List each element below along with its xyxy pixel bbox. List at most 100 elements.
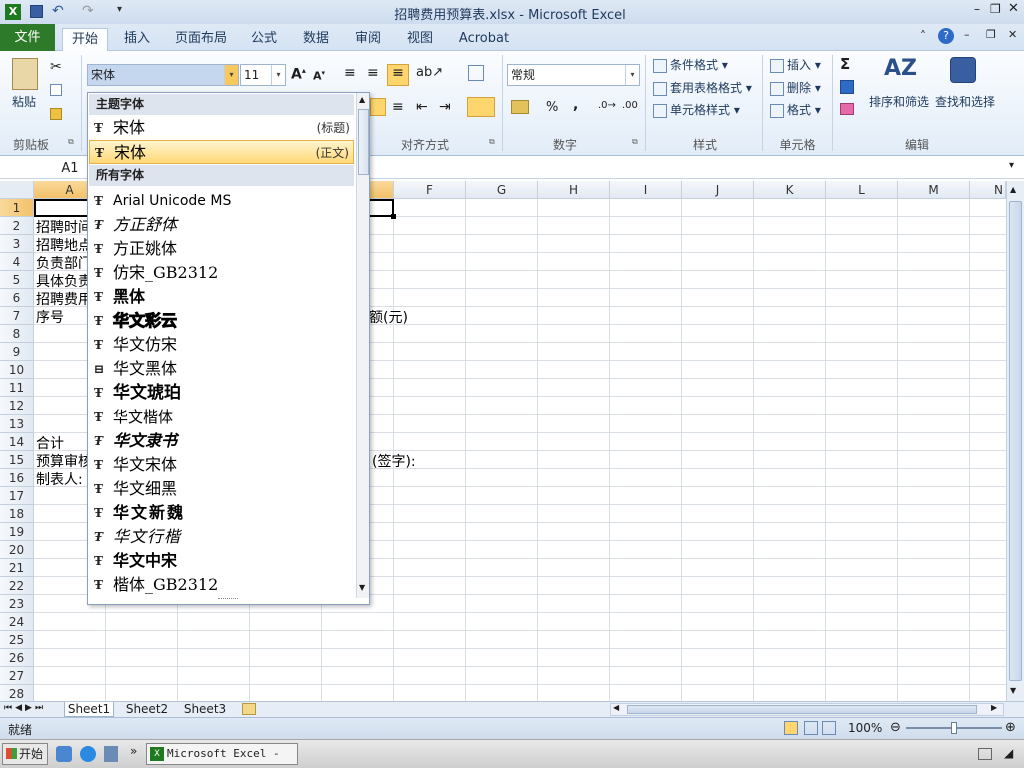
vertical-scrollbar[interactable]: ▲ ▼	[1006, 181, 1024, 701]
row-header[interactable]: 11	[0, 379, 34, 397]
conditional-formatting-button[interactable]: 条件格式 ▾	[653, 56, 728, 73]
font-option[interactable]: Ŧ Arial Unicode MS	[89, 189, 354, 213]
taskbar-excel-item[interactable]: X Microsoft Excel - ...	[146, 743, 298, 768]
number-launcher-icon[interactable]: ⧉	[632, 137, 638, 147]
delete-cells-button[interactable]: 删除 ▾	[770, 79, 821, 96]
cell-A2[interactable]: 招聘时间	[36, 217, 92, 237]
zoom-slider-thumb[interactable]	[951, 722, 957, 734]
row-header[interactable]: 20	[0, 541, 34, 559]
align-top-icon[interactable]: ≡	[344, 65, 356, 81]
customize-qat-icon[interactable]: ▾	[117, 4, 122, 15]
font-option[interactable]: Ŧ 华文隶书	[89, 429, 354, 453]
font-list-scrollbar[interactable]: ▲ ▼	[356, 93, 369, 598]
zoom-out-icon[interactable]: ⊖	[890, 720, 901, 735]
row-header[interactable]: 25	[0, 631, 34, 649]
tab-home[interactable]: 开始	[62, 28, 108, 52]
help-icon[interactable]: ?	[938, 28, 954, 44]
column-header[interactable]: J	[682, 181, 754, 199]
font-size-dropdown-icon[interactable]: ▾	[271, 65, 285, 85]
formula-input[interactable]	[376, 160, 1006, 177]
minimize-button[interactable]: –	[974, 2, 980, 16]
font-option[interactable]: Ŧ 华文细黑	[89, 477, 354, 501]
quicklaunch-icon-3[interactable]	[104, 746, 118, 762]
scroll-up-icon[interactable]: ▲	[1010, 185, 1016, 194]
font-list-scroll-down-icon[interactable]: ▼	[359, 583, 365, 592]
row-header[interactable]: 5	[0, 271, 34, 289]
page-break-view-icon[interactable]	[822, 721, 836, 735]
row-header[interactable]: 28	[0, 685, 34, 701]
undo-icon[interactable]: ↶	[52, 3, 64, 19]
font-option[interactable]: Ŧ 华文新魏	[89, 501, 354, 525]
paste-icon[interactable]	[12, 58, 38, 90]
quicklaunch-icon-1[interactable]	[56, 746, 72, 762]
decrease-decimal-icon[interactable]: .00	[622, 100, 638, 111]
autosum-button[interactable]: Σ	[840, 55, 850, 73]
font-option[interactable]: Ŧ 仿宋_GB2312	[89, 261, 354, 285]
row-header[interactable]: 14	[0, 433, 34, 451]
font-option[interactable]: Ŧ 华文仿宋	[89, 333, 354, 357]
align-bottom-icon[interactable]: ≡	[387, 64, 409, 86]
tab-acrobat[interactable]: Acrobat	[453, 28, 515, 51]
cell-A15[interactable]: 预算审核	[36, 451, 92, 471]
cell-A5[interactable]: 具体负责	[36, 271, 92, 291]
row-header[interactable]: 3	[0, 235, 34, 253]
align-justify-icon[interactable]: ≡	[392, 99, 404, 115]
ie-icon[interactable]	[80, 746, 96, 762]
format-as-table-button[interactable]: 套用表格格式 ▾	[653, 79, 752, 96]
copy-icon[interactable]	[50, 84, 62, 96]
column-header[interactable]: N	[970, 181, 1006, 199]
font-size-combo[interactable]: 11 ▾	[240, 64, 286, 86]
sheet-tab-3[interactable]: Sheet3	[180, 702, 230, 717]
increase-indent-icon[interactable]: ⇥	[439, 99, 451, 115]
column-header[interactable]: G	[466, 181, 538, 199]
font-option-theme-heading[interactable]: Ŧ 宋体 (标题)	[89, 116, 354, 140]
align-middle-icon[interactable]: ≡	[367, 65, 379, 81]
zoom-in-icon[interactable]: ⊕	[1005, 720, 1016, 735]
zoom-level[interactable]: 100%	[848, 721, 882, 735]
tab-formulas[interactable]: 公式	[243, 28, 285, 51]
font-option[interactable]: Ŧ 华文琥珀	[89, 381, 354, 405]
tab-data[interactable]: 数据	[295, 28, 337, 51]
font-option-theme-body[interactable]: Ŧ 宋体 (正文)	[89, 140, 354, 164]
sheet-tab-1[interactable]: Sheet1	[64, 702, 114, 717]
ribbon-collapse-icon[interactable]: ˄	[920, 29, 926, 43]
row-header[interactable]: 26	[0, 649, 34, 667]
row-header[interactable]: 1	[0, 199, 34, 217]
row-header[interactable]: 12	[0, 397, 34, 415]
cell-A6[interactable]: 招聘费用	[36, 289, 92, 309]
row-header[interactable]: 7	[0, 307, 34, 325]
row-header[interactable]: 15	[0, 451, 34, 469]
save-icon[interactable]	[30, 5, 43, 18]
row-header[interactable]: 10	[0, 361, 34, 379]
cell-styles-button[interactable]: 单元格样式 ▾	[653, 101, 740, 118]
start-button[interactable]: 开始	[2, 743, 48, 765]
scroll-thumb[interactable]	[1009, 201, 1022, 681]
h-scroll-thumb[interactable]	[627, 705, 977, 714]
new-sheet-icon[interactable]	[242, 703, 256, 715]
font-option[interactable]: Ŧ 黑体	[89, 285, 354, 309]
font-option[interactable]: Ŧ 华文彩云	[89, 309, 354, 333]
fill-handle[interactable]	[391, 214, 396, 219]
cell-A3[interactable]: 招聘地点	[36, 235, 92, 255]
decrease-indent-icon[interactable]: ⇤	[416, 99, 428, 115]
quicklaunch-more-icon[interactable]: »	[130, 744, 137, 758]
cut-icon[interactable]: ✂	[50, 59, 62, 75]
cell-A4[interactable]: 负责部门	[36, 253, 92, 273]
restore-button[interactable]: ❐	[990, 2, 1001, 16]
number-format-combo[interactable]: 常规 ▾	[507, 64, 640, 86]
sort-filter-button[interactable]: 排序和筛选	[869, 93, 929, 110]
font-option[interactable]: Ŧ 华文中宋	[89, 549, 354, 573]
shrink-font-icon[interactable]: A▾	[313, 69, 325, 83]
font-option[interactable]: Ŧ 方正舒体	[89, 213, 354, 237]
font-list-scroll-thumb[interactable]	[358, 109, 369, 175]
fill-icon[interactable]	[840, 80, 854, 94]
find-select-icon[interactable]	[950, 57, 976, 83]
cell-A14[interactable]: 合计	[36, 433, 64, 453]
find-select-button[interactable]: 查找和选择	[935, 93, 995, 110]
number-format-dropdown-icon[interactable]: ▾	[625, 65, 639, 85]
percent-button[interactable]: %	[546, 100, 558, 115]
row-header[interactable]: 17	[0, 487, 34, 505]
row-header[interactable]: 18	[0, 505, 34, 523]
wrap-text-icon[interactable]	[468, 65, 484, 81]
sheet-nav-icon[interactable]: ⏮◀▶⏭	[4, 703, 46, 713]
